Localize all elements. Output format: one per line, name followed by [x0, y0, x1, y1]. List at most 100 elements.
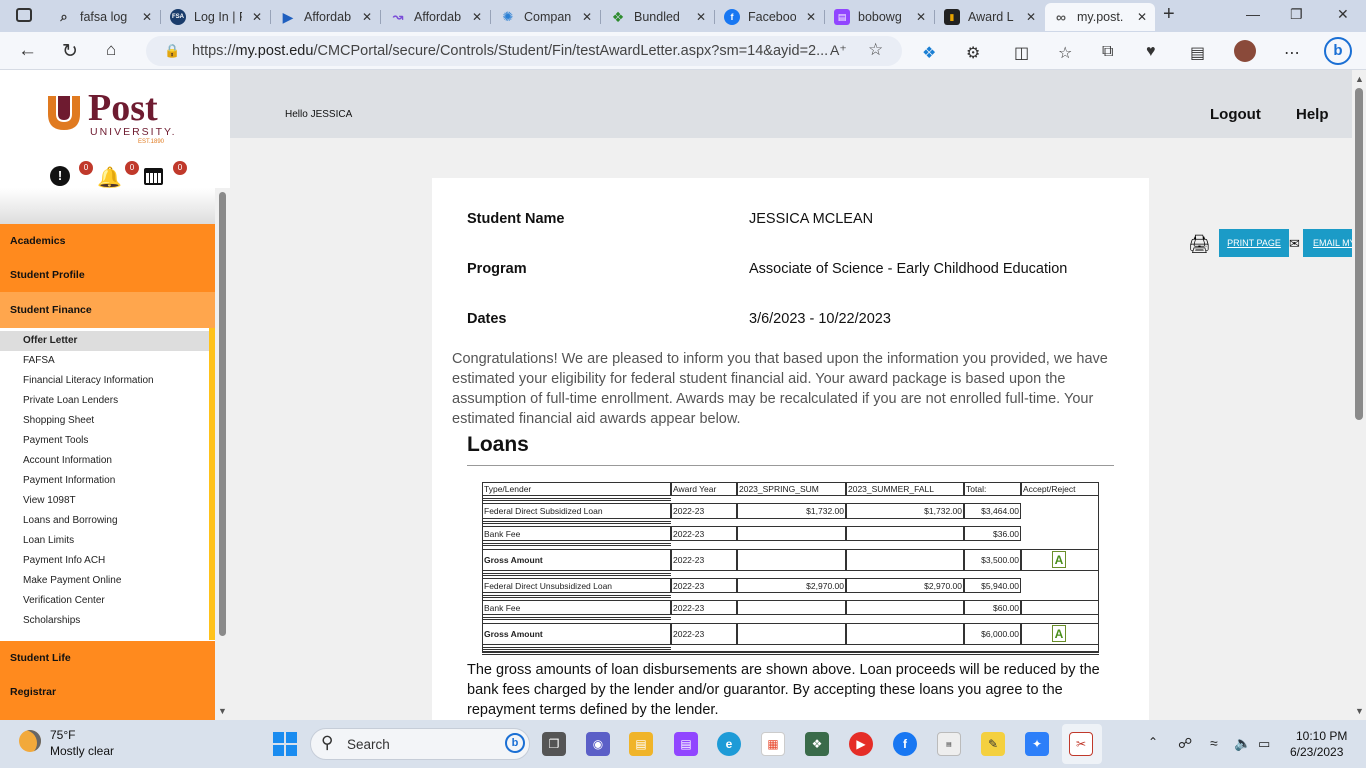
- close-icon[interactable]: ✕: [1026, 10, 1036, 24]
- logout-link[interactable]: Logout: [1210, 106, 1261, 123]
- browser-tab[interactable]: ⌕ fafsa log ✕: [48, 3, 160, 31]
- teams-icon[interactable]: ◉: [586, 732, 610, 756]
- nav-registrar[interactable]: Registrar: [0, 675, 215, 709]
- refresh-icon[interactable]: ↻: [62, 40, 78, 63]
- windows-start-icon[interactable]: [273, 732, 297, 756]
- home-icon[interactable]: ⌂: [106, 40, 116, 60]
- nav-student-life[interactable]: Student Life: [0, 641, 215, 675]
- pinned-app-icon[interactable]: ✦: [1025, 732, 1049, 756]
- app-icon[interactable]: ❖: [805, 732, 829, 756]
- sub-view-1098t[interactable]: View 1098T: [0, 491, 209, 511]
- twitch-app-icon[interactable]: ▤: [674, 732, 698, 756]
- browser-tab[interactable]: ✺ Compan ✕: [492, 3, 600, 31]
- restore-icon[interactable]: ❐: [1290, 6, 1303, 23]
- weather-icon[interactable]: [19, 730, 41, 752]
- back-icon[interactable]: ←: [18, 40, 37, 62]
- sub-loans-borrowing[interactable]: Loans and Borrowing: [0, 511, 209, 531]
- close-icon[interactable]: ✕: [696, 10, 706, 24]
- extension-icon[interactable]: ❖: [922, 43, 936, 63]
- edge-icon[interactable]: e: [717, 732, 741, 756]
- store-icon[interactable]: ▦: [761, 732, 785, 756]
- close-icon[interactable]: ✕: [1137, 10, 1147, 24]
- url-bar[interactable]: 🔒 https://my.post.edu/CMCPortal/secure/C…: [146, 36, 902, 66]
- bell-icon[interactable]: 🔔: [97, 165, 122, 190]
- browser-tab[interactable]: ▶ Affordab ✕: [272, 3, 380, 31]
- clock-date[interactable]: 6/23/2023: [1290, 745, 1343, 759]
- media-icon[interactable]: ▶: [849, 732, 873, 756]
- minimize-icon[interactable]: —: [1246, 6, 1260, 22]
- pdf-accept-icon[interactable]: A: [1052, 625, 1066, 642]
- sub-financial-literacy[interactable]: Financial Literacy Information: [0, 371, 209, 391]
- page-scroll-thumb[interactable]: [1355, 88, 1363, 420]
- nav-academics[interactable]: Academics: [0, 224, 215, 258]
- collections-icon[interactable]: ⧉: [1102, 43, 1113, 61]
- browser-tab[interactable]: ↝ Affordab ✕: [382, 3, 490, 31]
- help-link[interactable]: Help: [1296, 106, 1329, 123]
- sub-account-information[interactable]: Account Information: [0, 451, 209, 471]
- page-scroll-down-icon[interactable]: ▼: [1355, 706, 1364, 716]
- printer-icon[interactable]: 🖨: [1188, 234, 1211, 255]
- file-explorer-icon[interactable]: ▤: [629, 732, 653, 756]
- sub-loan-limits[interactable]: Loan Limits: [0, 531, 209, 551]
- scroll-up-icon[interactable]: ▲: [1355, 74, 1364, 84]
- work-app-icon[interactable]: ▤: [937, 732, 961, 756]
- sub-shopping-sheet[interactable]: Shopping Sheet: [0, 411, 209, 431]
- close-icon[interactable]: ✕: [472, 10, 482, 24]
- sidebar-scroll-thumb[interactable]: [219, 192, 226, 636]
- window-close-icon[interactable]: ✕: [1337, 6, 1349, 23]
- wifi-icon[interactable]: ≈: [1210, 735, 1218, 751]
- close-icon[interactable]: ✕: [582, 10, 592, 24]
- close-icon[interactable]: ✕: [806, 10, 816, 24]
- print-page-button[interactable]: PRINT PAGE: [1219, 229, 1289, 257]
- pdf-accept-icon[interactable]: A: [1052, 551, 1066, 568]
- snipping-tool-icon[interactable]: ✂: [1069, 732, 1093, 756]
- close-icon[interactable]: ✕: [916, 10, 926, 24]
- puzzle-icon[interactable]: ⚙: [966, 43, 980, 63]
- split-screen-icon[interactable]: ◫: [1014, 43, 1029, 63]
- browser-tab[interactable]: ▤ bobowg ✕: [826, 3, 934, 31]
- sub-make-payment[interactable]: Make Payment Online: [0, 571, 209, 591]
- browser-tab[interactable]: ❖ Bundled ✕: [602, 3, 714, 31]
- volume-icon[interactable]: 🔈: [1234, 735, 1251, 752]
- sub-payment-information[interactable]: Payment Information: [0, 471, 209, 491]
- performance-icon[interactable]: ♥: [1146, 43, 1156, 61]
- read-aloud-icon[interactable]: A⁺: [830, 42, 847, 59]
- sub-scholarships[interactable]: Scholarships: [0, 611, 209, 631]
- browser-tab[interactable]: ▮ Award L ✕: [936, 3, 1044, 31]
- sub-offer-letter[interactable]: Offer Letter: [0, 331, 209, 351]
- sticky-notes-icon[interactable]: ✎: [981, 732, 1005, 756]
- alert-icon[interactable]: !: [50, 166, 70, 186]
- more-menu-icon[interactable]: ⋯: [1284, 43, 1300, 63]
- profile-avatar[interactable]: [1234, 40, 1256, 62]
- favorite-star-icon[interactable]: ☆: [868, 40, 883, 60]
- scroll-down-icon[interactable]: ▼: [218, 706, 227, 716]
- favorites-icon[interactable]: ☆: [1058, 43, 1072, 63]
- mail-icon[interactable]: ✉: [1289, 236, 1300, 252]
- sub-fafsa[interactable]: FAFSA: [0, 351, 209, 371]
- sub-payment-tools[interactable]: Payment Tools: [0, 431, 209, 451]
- close-icon[interactable]: ✕: [252, 10, 262, 24]
- browser-tab-active[interactable]: ∞ my.post. ✕: [1045, 3, 1155, 31]
- new-tab-icon[interactable]: +: [1163, 3, 1175, 26]
- close-icon[interactable]: ✕: [142, 10, 152, 24]
- sub-verification-center[interactable]: Verification Center: [0, 591, 209, 611]
- taskbar-search[interactable]: ⚲ Search b: [310, 728, 530, 760]
- task-view-icon[interactable]: ❐: [542, 732, 566, 756]
- browser-tab[interactable]: FSA Log In | F ✕: [162, 3, 270, 31]
- clock-time[interactable]: 10:10 PM: [1296, 729, 1347, 743]
- sub-payment-info-ach[interactable]: Payment Info ACH: [0, 551, 209, 571]
- facebook-app-icon[interactable]: f: [893, 732, 917, 756]
- browser-tab[interactable]: f Faceboo ✕: [716, 3, 824, 31]
- close-icon[interactable]: ✕: [362, 10, 372, 24]
- tab-actions-icon[interactable]: [16, 8, 32, 22]
- sub-private-loan-lenders[interactable]: Private Loan Lenders: [0, 391, 209, 411]
- network-off-icon[interactable]: ☍: [1178, 735, 1192, 752]
- email-button[interactable]: EMAIL MY: [1303, 229, 1352, 257]
- battery-icon[interactable]: ▭: [1258, 736, 1270, 752]
- calendar-icon[interactable]: [144, 168, 163, 185]
- sidebar-toggle-icon[interactable]: ▤: [1190, 43, 1205, 63]
- bing-icon[interactable]: b: [1324, 37, 1352, 65]
- nav-student-finance[interactable]: Student Finance: [0, 292, 215, 328]
- tray-expand-icon[interactable]: ⌃: [1148, 735, 1158, 749]
- nav-student-profile[interactable]: Student Profile: [0, 258, 215, 292]
